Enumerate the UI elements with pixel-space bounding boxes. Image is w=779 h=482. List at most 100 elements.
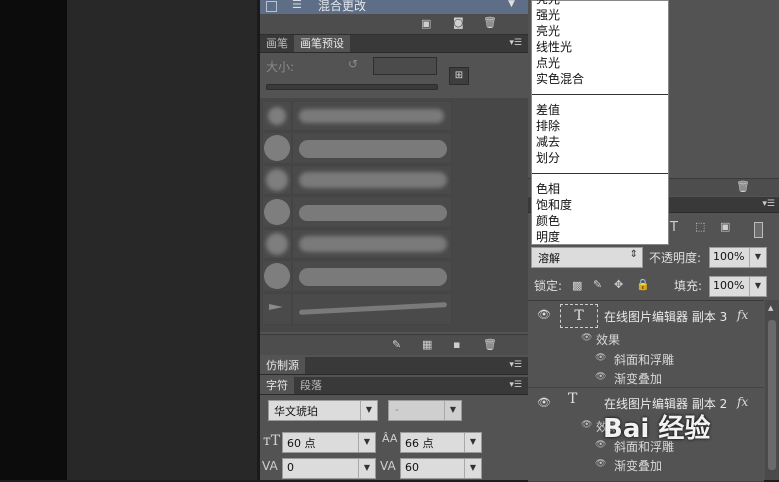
reset-size-icon[interactable]: ↺ xyxy=(348,57,358,71)
brush-stroke-preview[interactable] xyxy=(292,196,452,228)
brush-thumb[interactable] xyxy=(262,196,292,228)
dropdown-item[interactable]: 排除 xyxy=(536,118,560,134)
brush-options-icon[interactable]: ⊞ xyxy=(449,67,469,85)
dropdown-item[interactable]: 明度 xyxy=(536,229,560,245)
toggle-brush-panel-icon[interactable]: ✎ xyxy=(392,338,401,351)
tab-character[interactable]: 字符 xyxy=(260,377,294,394)
layer-name[interactable]: 在线图片编辑器 副本 3 xyxy=(604,308,727,325)
font-size-icon: тT xyxy=(263,433,281,449)
history-item-label: 混合更改 xyxy=(318,0,367,13)
trash-icon[interactable]: 🗑 xyxy=(483,16,497,29)
snapshot-camera-icon[interactable]: ◙ xyxy=(453,16,464,29)
visibility-eye-icon[interactable]: 👁 xyxy=(537,396,551,409)
tab-paragraph[interactable]: 段落 xyxy=(294,377,328,394)
dropdown-item[interactable]: 亮光 xyxy=(536,0,560,7)
kerning-input[interactable]: 0 ▼ xyxy=(282,458,376,479)
clone-tabbar: 仿制源 ▾☰ xyxy=(260,357,528,375)
panel-menu-icon[interactable]: ▾☰ xyxy=(509,380,522,390)
dropdown-item[interactable]: 实色混合 xyxy=(536,71,584,87)
leading-icon: ÂA xyxy=(382,432,398,445)
dropdown-item[interactable]: 饱和度 xyxy=(536,197,572,213)
layer-row[interactable]: 👁 T 在线图片编辑器 副本 3 fx 👁 效果 👁 斜面和浮雕 👁 渐变叠加 xyxy=(528,301,764,388)
text-layer-thumbnail[interactable]: T xyxy=(568,391,577,407)
panel-menu-icon[interactable]: ▾☰ xyxy=(509,360,522,370)
trash-icon[interactable]: 🗑 xyxy=(736,180,750,193)
dropdown-separator xyxy=(532,173,668,174)
blend-mode-select[interactable]: 溶解 ⇕ xyxy=(531,247,643,268)
tab-brush-presets[interactable]: 画笔预设 xyxy=(294,35,350,52)
grid-view-icon[interactable]: ▦ xyxy=(422,338,432,351)
visibility-eye-icon[interactable]: 👁 xyxy=(581,333,592,343)
visibility-eye-icon[interactable]: 👁 xyxy=(581,420,592,430)
dropdown-item[interactable]: 线性光 xyxy=(536,39,572,55)
tracking-input[interactable]: 60 ▼ xyxy=(400,458,482,479)
dropdown-item[interactable]: 亮光 xyxy=(536,23,560,39)
brush-thumb[interactable] xyxy=(262,165,292,195)
font-size-input[interactable]: 60 点 ▼ xyxy=(282,432,376,453)
chevron-down-icon: ▼ xyxy=(360,401,377,420)
font-family-select[interactable]: 华文琥珀 ▼ xyxy=(268,400,378,421)
size-input[interactable] xyxy=(373,57,437,75)
fx-icon[interactable]: fx xyxy=(737,395,748,409)
brush-preset-list[interactable] xyxy=(260,98,528,332)
panel-menu-icon[interactable]: ▾☰ xyxy=(762,199,775,209)
smart-object-filter-icon[interactable]: ▣ xyxy=(720,220,730,233)
layers-list[interactable]: 👁 T 在线图片编辑器 副本 3 fx 👁 效果 👁 斜面和浮雕 👁 渐变叠加 … xyxy=(528,300,764,482)
effect-item[interactable]: 渐变叠加 xyxy=(614,370,662,387)
scrollbar-thumb[interactable] xyxy=(768,320,776,470)
brush-stroke-preview[interactable] xyxy=(292,101,452,131)
panel-menu-icon[interactable]: ▾☰ xyxy=(509,38,522,48)
dropdown-item[interactable]: 点光 xyxy=(536,55,560,71)
visibility-eye-icon[interactable]: 👁 xyxy=(537,308,551,321)
brush-stroke-preview[interactable] xyxy=(292,293,452,325)
scroll-up-icon[interactable]: ▲ xyxy=(768,304,773,312)
brush-thumb[interactable] xyxy=(262,260,292,292)
font-style-select[interactable]: - ▼ xyxy=(388,400,462,421)
type-filter-icon[interactable]: T xyxy=(670,220,678,235)
layers-scrollbar[interactable]: ▲ xyxy=(765,300,779,480)
dropdown-item[interactable]: 减去 xyxy=(536,134,560,150)
trash-icon[interactable]: 🗑 xyxy=(483,338,497,351)
checkbox[interactable] xyxy=(266,1,277,12)
brush-stroke-preview[interactable] xyxy=(292,260,452,292)
dropdown-item[interactable]: 差值 xyxy=(536,102,560,118)
fx-icon[interactable]: fx xyxy=(737,308,748,322)
scroll-down-icon[interactable]: ▼ xyxy=(508,0,515,9)
effect-item[interactable]: 渐变叠加 xyxy=(614,457,662,474)
lock-image-pixels-icon[interactable]: ✎ xyxy=(593,278,602,291)
brush-thumb[interactable] xyxy=(262,293,292,325)
shape-filter-icon[interactable]: ⬚ xyxy=(695,220,705,233)
opacity-input[interactable]: 100% ▼ xyxy=(709,247,767,268)
brush-stroke-preview[interactable] xyxy=(292,165,452,195)
selected-history-item[interactable]: ☰ 混合更改 ▼ xyxy=(260,0,528,14)
brush-thumb[interactable] xyxy=(262,229,292,259)
tab-clone-source[interactable]: 仿制源 xyxy=(260,357,305,374)
brush-stroke-preview[interactable] xyxy=(292,132,452,164)
lock-position-icon[interactable]: ✥ xyxy=(614,278,623,291)
brush-thumb[interactable] xyxy=(262,101,292,131)
watermark: Bai 经验 xyxy=(603,414,711,444)
brush-stroke-preview[interactable] xyxy=(292,229,452,259)
filter-toggle[interactable] xyxy=(754,222,763,238)
tab-brush[interactable]: 画笔 xyxy=(260,35,294,52)
fill-value: 100% xyxy=(713,279,745,292)
visibility-eye-icon[interactable]: 👁 xyxy=(595,372,606,382)
new-preset-icon[interactable]: ▪ xyxy=(453,338,460,351)
brush-thumb[interactable] xyxy=(262,132,292,164)
lock-all-icon[interactable]: 🔒 xyxy=(636,278,650,291)
visibility-eye-icon[interactable]: 👁 xyxy=(595,353,606,363)
new-document-icon[interactable]: ▣ xyxy=(421,17,431,30)
visibility-eye-icon[interactable]: 👁 xyxy=(595,459,606,469)
dropdown-item[interactable]: 强光 xyxy=(536,7,560,23)
size-slider[interactable] xyxy=(266,84,438,90)
fill-input[interactable]: 100% ▼ xyxy=(709,276,767,297)
dropdown-item[interactable]: 划分 xyxy=(536,150,560,166)
text-layer-thumbnail[interactable]: T xyxy=(560,304,598,328)
effect-item[interactable]: 斜面和浮雕 xyxy=(614,351,674,368)
dropdown-item[interactable]: 色相 xyxy=(536,181,560,197)
lock-transparent-pixels-icon[interactable]: ▩ xyxy=(572,279,582,292)
opacity-label: 不透明度: xyxy=(649,251,702,265)
dropdown-item[interactable]: 颜色 xyxy=(536,213,560,229)
leading-input[interactable]: 66 点 ▼ xyxy=(400,432,482,453)
blend-mode-dropdown[interactable]: 亮光 强光 亮光 线性光 点光 实色混合 差值 排除 减去 划分 色相 饱和度 … xyxy=(531,0,669,245)
